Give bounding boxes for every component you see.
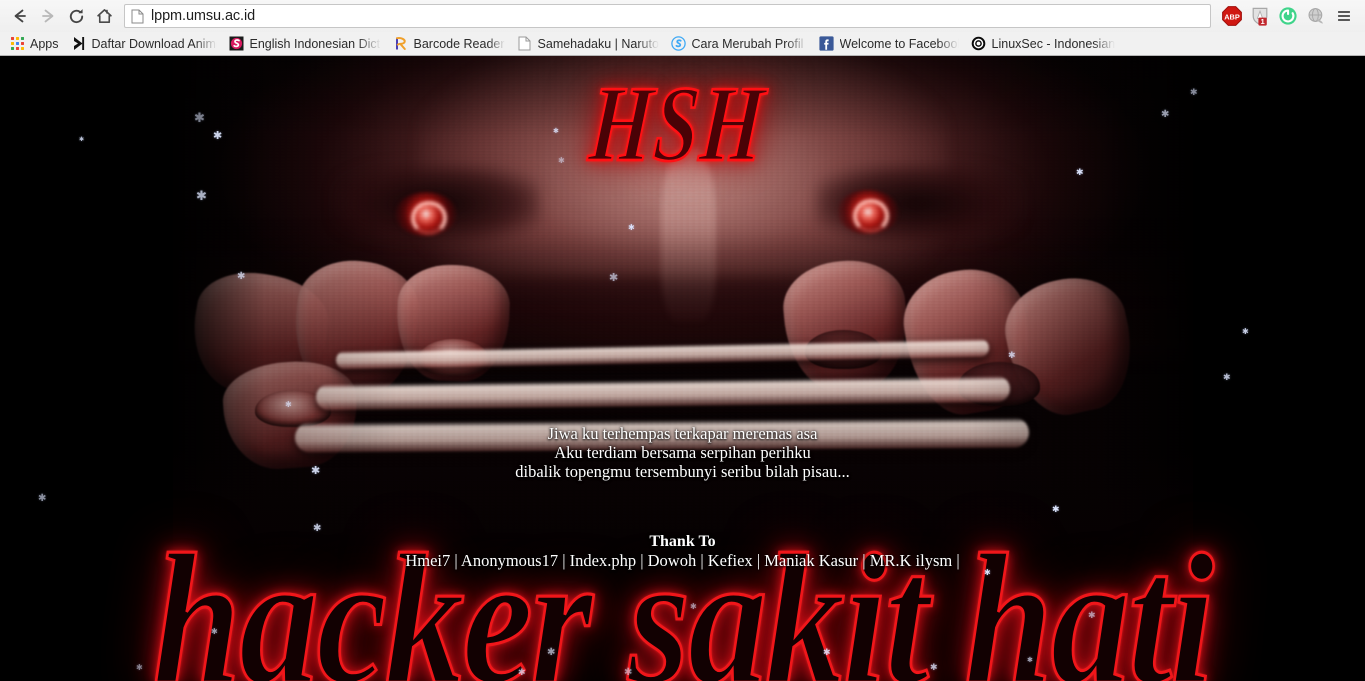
home-button[interactable]	[90, 2, 118, 30]
poem-line-1: Jiwa ku terhempas terkapar meremas asa	[547, 424, 818, 443]
snow-particle: ✱	[547, 647, 556, 658]
address-bar[interactable]: lppm.umsu.ac.id	[124, 4, 1211, 28]
thanks-section: Thank To Hmei7 | Anonymous17 | Index.php…	[0, 532, 1365, 571]
extension-toolbar: ABP 1	[1219, 3, 1359, 29]
reload-button[interactable]	[62, 2, 90, 30]
browser-chrome: lppm.umsu.ac.id ABP 1 Apps Daftar Downlo…	[0, 0, 1365, 56]
profil-bookmark-favicon	[671, 36, 687, 52]
snow-particle: ✱	[624, 667, 633, 678]
bookmark-barcode-reader[interactable]: Barcode Reader	[390, 34, 511, 53]
snow-particle: ✱	[1223, 373, 1231, 383]
browser-window: lppm.umsu.ac.id ABP 1 Apps Daftar Downlo…	[0, 0, 1365, 681]
page-favicon-icon	[517, 36, 533, 52]
snow-particle: ✱	[1242, 327, 1249, 336]
linuxsec-bookmark-favicon	[971, 36, 987, 52]
bookmark-samehadaku-naruto[interactable]: Samehadaku | Naruto	[514, 34, 665, 53]
ghostery-icon	[1279, 7, 1297, 25]
bookmark-english-indonesian-dictionary[interactable]: English Indonesian Dictionary	[226, 34, 387, 53]
bookmark-label: LinuxSec - Indonesian	[991, 36, 1116, 51]
bookmark-label: Samehadaku | Naruto	[537, 36, 659, 51]
adblock-plus-icon: ABP	[1222, 6, 1242, 26]
hamburger-menu-icon	[1338, 11, 1350, 21]
svg-text:ABP: ABP	[1224, 12, 1240, 21]
facebook-favicon-icon	[819, 36, 835, 52]
forward-arrow-icon	[42, 9, 54, 23]
snow-particle: ✱	[79, 136, 85, 143]
back-arrow-icon	[14, 9, 26, 23]
snow-particle: ✱	[823, 648, 831, 658]
defacement-poem: Jiwa ku terhempas terkapar meremas asa A…	[0, 424, 1365, 481]
bookmark-label: Apps	[30, 36, 59, 51]
bookmark-welcome-to-facebook[interactable]: Welcome to Facebook	[816, 34, 965, 53]
poem-line-3: dibalik topengmu tersembunyi seribu bila…	[515, 462, 850, 481]
bookmark-label: Welcome to Facebook	[839, 36, 959, 51]
dictionary-bookmark-favicon	[229, 36, 245, 52]
bookmark-label: Daftar Download Anime	[91, 36, 217, 51]
snow-particle: ✱	[518, 668, 526, 678]
globe-icon	[1308, 8, 1323, 24]
back-button[interactable]	[6, 2, 34, 30]
bookmark-label: Cara Merubah Profil F	[691, 36, 807, 51]
globe-extension-button[interactable]	[1303, 3, 1329, 29]
shield-icon: 1	[1252, 7, 1268, 26]
shield-blocker-extension-button[interactable]: 1	[1247, 3, 1273, 29]
forward-button[interactable]	[34, 2, 62, 30]
snow-particle: ✱	[930, 663, 938, 673]
bookmark-linuxsec-indonesian[interactable]: LinuxSec - Indonesian	[968, 34, 1122, 53]
browser-toolbar: lppm.umsu.ac.id ABP 1	[0, 0, 1365, 32]
bookmarks-bar: Apps Daftar Download Anime English Indon…	[0, 32, 1365, 55]
poem-line-2: Aku terdiam bersama serpihan perihku	[554, 443, 811, 462]
reload-icon	[69, 8, 83, 23]
thanks-names: Hmei7 | Anonymous17 | Index.php | Dowoh …	[405, 551, 960, 570]
ghostery-extension-button[interactable]	[1275, 3, 1301, 29]
page-document-icon	[131, 9, 144, 24]
snow-particle: ✱	[38, 493, 47, 504]
snow-particle: ✱	[1027, 656, 1033, 664]
barcode-bookmark-favicon	[393, 36, 409, 52]
snow-particle: ✱	[136, 663, 143, 672]
thanks-title: Thank To	[649, 533, 716, 550]
chrome-menu-button[interactable]	[1331, 3, 1357, 29]
bookmark-daftar-download-anime[interactable]: Daftar Download Anime	[68, 34, 223, 53]
page-viewport: HSH Jiwa ku terhempas terkapar meremas a…	[0, 56, 1365, 681]
apps-grid-icon	[9, 36, 25, 52]
bookmark-label: Barcode Reader	[413, 36, 505, 51]
bookmark-cara-merubah-profil[interactable]: Cara Merubah Profil F	[668, 34, 813, 53]
address-bar-url: lppm.umsu.ac.id	[151, 8, 256, 24]
home-icon	[96, 8, 112, 23]
anime-bookmark-favicon	[71, 36, 87, 52]
adblock-plus-extension-button[interactable]: ABP	[1219, 3, 1245, 29]
bookmark-label: English Indonesian Dictionary	[249, 36, 381, 51]
bookmark-apps[interactable]: Apps	[6, 34, 65, 53]
